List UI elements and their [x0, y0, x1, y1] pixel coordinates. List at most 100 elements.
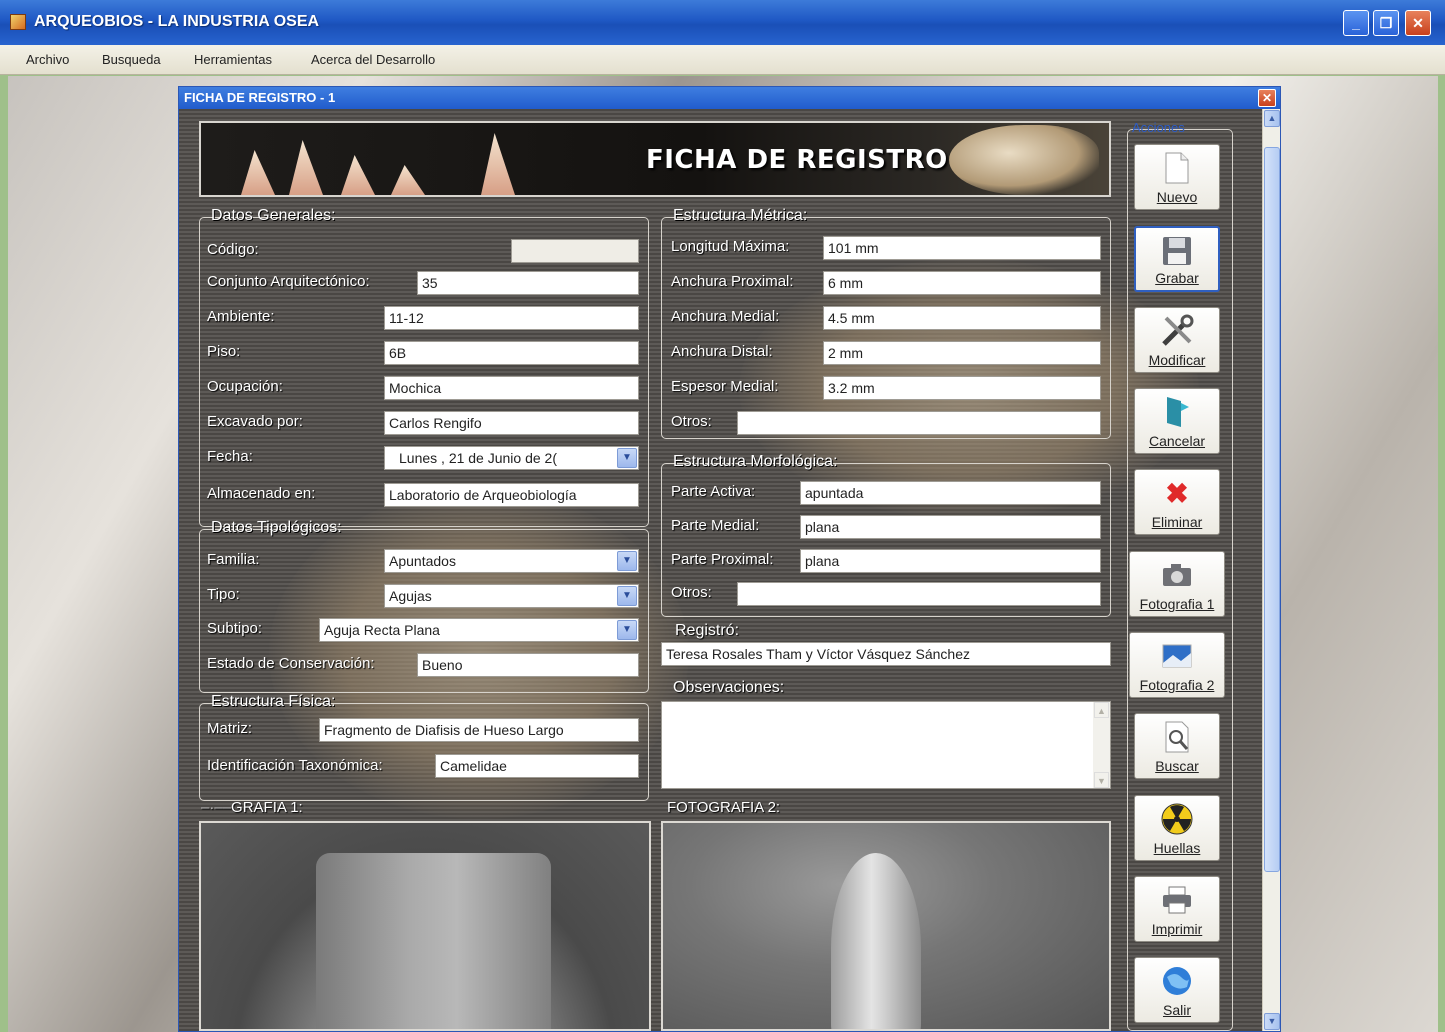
modificar-button[interactable]: Modificar — [1134, 307, 1220, 373]
nuevo-button[interactable]: Nuevo — [1134, 144, 1220, 210]
ficha-title: FICHA DE REGISTRO - 1 — [184, 90, 336, 105]
menu-herramientas[interactable]: Herramientas — [194, 52, 272, 67]
datos-generales-group: Datos Generales: — [199, 207, 649, 527]
espesor-field[interactable]: 3.2 mm — [823, 376, 1101, 400]
piso-label: Piso: — [207, 343, 241, 360]
identificacion-field[interactable]: Camelidae — [435, 754, 639, 778]
banner-title: FICHA DE REGISTRO — [646, 145, 948, 175]
fotografia-1-button[interactable]: Fotografia 1 — [1129, 551, 1225, 617]
anchura-medial-field[interactable]: 4.5 mm — [823, 306, 1101, 330]
banner: FICHA DE REGISTRO — [199, 121, 1111, 197]
buscar-label: Buscar — [1155, 758, 1199, 774]
observaciones-label: Observaciones: — [673, 679, 785, 696]
huellas-label: Huellas — [1153, 840, 1201, 856]
scroll-down-icon[interactable]: ▼ — [1094, 772, 1109, 788]
fecha-value: Lunes , 21 de Junio de 2( — [399, 450, 558, 466]
ficha-content: FICHA DE REGISTRO Datos Generales: Códig… — [179, 109, 1262, 1031]
radiation-icon — [1159, 802, 1195, 836]
codigo-label: Código: — [207, 241, 259, 258]
piso-field[interactable]: 6B — [384, 341, 639, 365]
buscar-button[interactable]: Buscar — [1134, 713, 1220, 779]
excavado-field[interactable]: Carlos Rengifo — [384, 411, 639, 435]
restore-button[interactable]: ❐ — [1373, 10, 1399, 36]
anchura-distal-label: Anchura Distal: — [671, 343, 773, 360]
minimize-button[interactable]: _ — [1343, 10, 1369, 36]
morfologica-otros-field[interactable] — [737, 582, 1101, 606]
parte-activa-field[interactable]: apuntada — [800, 481, 1101, 505]
foto2-label: FOTOGRAFIA 2: — [667, 799, 781, 816]
floppy-disk-icon — [1159, 234, 1195, 268]
scrollbar-thumb[interactable] — [1264, 147, 1280, 872]
delete-x-icon: ✖ — [1165, 477, 1189, 509]
ficha-vertical-scrollbar[interactable]: ▲ ▼ — [1262, 109, 1280, 1031]
salir-label: Salir — [1162, 1002, 1191, 1018]
tipo-select[interactable]: Agujas ▼ — [384, 584, 639, 608]
menu-acerca[interactable]: Acerca del Desarrollo — [311, 52, 435, 67]
ambiente-field[interactable]: 11-12 — [384, 306, 639, 330]
fotografia-1-label: Fotografia 1 — [1139, 596, 1215, 612]
matriz-field[interactable]: Fragmento de Diafisis de Hueso Largo — [319, 718, 639, 742]
longitud-field[interactable]: 101 mm — [823, 236, 1101, 260]
estructura-fisica-legend: Estructura Física: — [211, 693, 336, 710]
familia-select[interactable]: Apuntados ▼ — [384, 549, 639, 573]
tooth-art — [481, 133, 515, 195]
ocupacion-field[interactable]: Mochica — [384, 376, 639, 400]
ficha-titlebar[interactable]: FICHA DE REGISTRO - 1 ✕ — [179, 87, 1280, 109]
foto1-label: –·––GRAFIA 1: — [201, 799, 303, 816]
scroll-up-icon[interactable]: ▲ — [1094, 702, 1109, 718]
fotografia-2-label: Fotografia 2 — [1139, 677, 1215, 693]
huellas-button[interactable]: Huellas — [1134, 795, 1220, 861]
observaciones-textarea[interactable]: ▲ ▼ — [661, 701, 1111, 789]
almacenado-field[interactable]: Laboratorio de Arqueobiología — [384, 483, 639, 507]
registro-field[interactable]: Teresa Rosales Tham y Víctor Vásquez Sán… — [661, 642, 1111, 666]
espesor-label: Espesor Medial: — [671, 378, 779, 395]
fecha-datepicker[interactable]: Lunes , 21 de Junio de 2( ▼ — [384, 446, 639, 470]
camera-icon — [1159, 558, 1195, 592]
menu-busqueda[interactable]: Busqueda — [102, 52, 161, 67]
anchura-distal-field[interactable]: 2 mm — [823, 341, 1101, 365]
ficha-close-button[interactable]: ✕ — [1258, 89, 1276, 107]
ambiente-label: Ambiente: — [207, 308, 275, 325]
chevron-down-icon[interactable]: ▼ — [617, 620, 637, 640]
chevron-down-icon[interactable]: ▼ — [617, 586, 637, 606]
grabar-button[interactable]: Grabar — [1134, 226, 1220, 292]
conjunto-field[interactable]: 35 — [417, 271, 639, 295]
familia-label: Familia: — [207, 551, 260, 568]
identificacion-label: Identificación Taxonómica: — [207, 757, 383, 774]
scroll-down-icon[interactable]: ▼ — [1264, 1013, 1280, 1030]
morfologica-otros-label: Otros: — [671, 584, 712, 601]
anchura-proximal-field[interactable]: 6 mm — [823, 271, 1101, 295]
scroll-up-icon[interactable]: ▲ — [1264, 110, 1280, 127]
chevron-down-icon[interactable]: ▼ — [617, 551, 637, 571]
metrica-otros-field[interactable] — [737, 411, 1101, 435]
tooth-art — [391, 165, 425, 195]
subtipo-select[interactable]: Aguja Recta Plana ▼ — [319, 618, 639, 642]
estado-field[interactable]: Bueno — [417, 653, 639, 677]
parte-medial-field[interactable]: plana — [800, 515, 1101, 539]
conjunto-label: Conjunto Arquitectónico: — [207, 273, 370, 290]
tipo-value: Agujas — [389, 588, 432, 604]
matriz-label: Matriz: — [207, 720, 252, 737]
menu-archivo[interactable]: Archivo — [26, 52, 69, 67]
salir-button[interactable]: Salir — [1134, 957, 1220, 1023]
parte-medial-label: Parte Medial: — [671, 517, 760, 534]
observaciones-scrollbar[interactable]: ▲ ▼ — [1093, 702, 1110, 788]
anchura-medial-label: Anchura Medial: — [671, 308, 780, 325]
imprimir-button[interactable]: Imprimir — [1134, 876, 1220, 942]
new-document-icon — [1159, 151, 1195, 185]
familia-value: Apuntados — [389, 553, 456, 569]
tooth-art — [241, 150, 275, 195]
anchura-proximal-label: Anchura Proximal: — [671, 273, 794, 290]
menu-bar: Archivo Busqueda Herramientas Acerca del… — [0, 45, 1445, 75]
app-titlebar[interactable]: ARQUEOBIOS - LA INDUSTRIA OSEA _ ❐ ✕ — [0, 0, 1445, 45]
cancelar-button[interactable]: Cancelar — [1134, 388, 1220, 454]
codigo-field[interactable] — [511, 239, 639, 263]
close-button[interactable]: ✕ — [1405, 10, 1431, 36]
parte-proximal-field[interactable]: plana — [800, 549, 1101, 573]
tooth-art — [341, 155, 375, 195]
parte-activa-label: Parte Activa: — [671, 483, 756, 500]
chevron-down-icon[interactable]: ▼ — [617, 448, 637, 468]
eliminar-button[interactable]: ✖ Eliminar — [1134, 469, 1220, 535]
metrica-otros-label: Otros: — [671, 413, 712, 430]
fotografia-2-button[interactable]: Fotografia 2 — [1129, 632, 1225, 698]
